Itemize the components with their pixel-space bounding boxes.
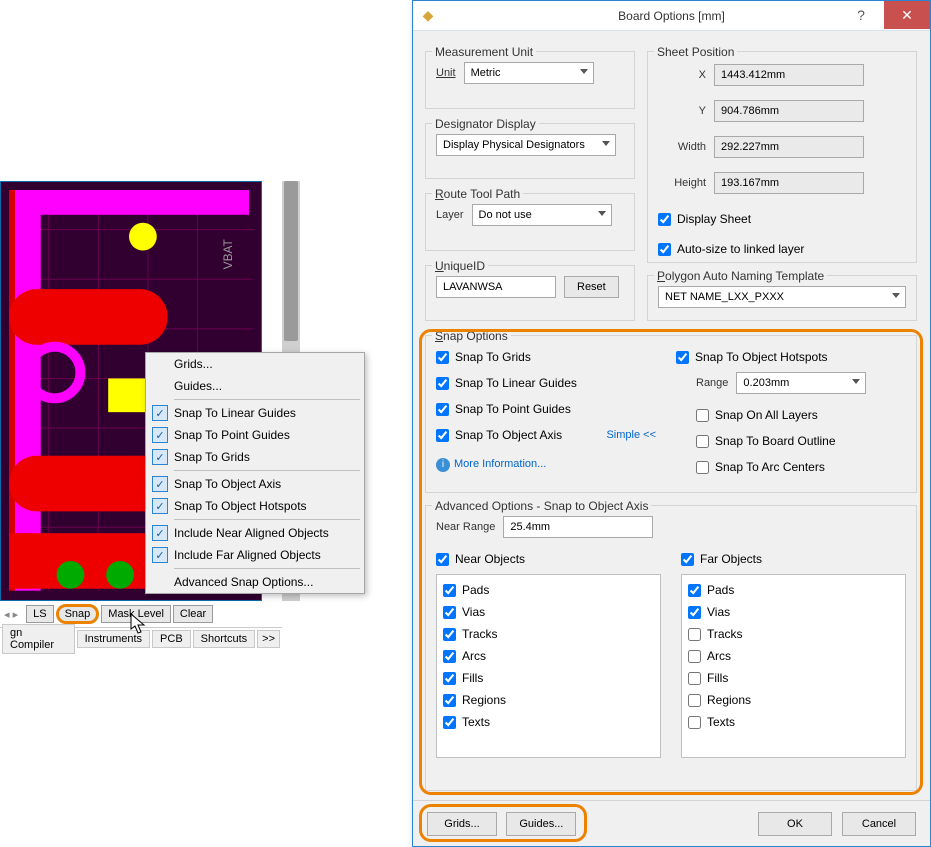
- snap-to-grids-check[interactable]: Snap To Grids: [436, 346, 656, 368]
- tab-clear[interactable]: Clear: [173, 605, 213, 623]
- snap-all-layers-check[interactable]: Snap On All Layers: [676, 404, 906, 426]
- sheet-width: [714, 136, 864, 158]
- autosize-check[interactable]: Auto-size to linked layer: [658, 238, 906, 260]
- snap-to-linear-check[interactable]: Snap To Linear Guides: [436, 372, 656, 394]
- layer-label: Layer: [436, 209, 464, 221]
- near-range-input[interactable]: [503, 516, 653, 538]
- near-objects-check[interactable]: Near Objects: [436, 548, 661, 570]
- group-measurement-unit: Measurement Unit Unit: [425, 51, 635, 109]
- list-item[interactable]: Tracks: [443, 623, 654, 645]
- menu-item[interactable]: ✓Snap To Grids: [146, 446, 364, 468]
- unit-label: Unit: [436, 67, 456, 79]
- titlebar[interactable]: ◆ Board Options [mm] ? ✕: [413, 1, 930, 31]
- list-item[interactable]: Fills: [688, 667, 899, 689]
- polygon-select[interactable]: [658, 286, 906, 308]
- list-item[interactable]: Pads: [443, 579, 654, 601]
- reset-button[interactable]: Reset: [564, 276, 619, 298]
- group-route-tool-path: Route Tool Path Layer: [425, 193, 635, 251]
- cursor-icon: [130, 613, 148, 635]
- foot-shortcuts[interactable]: Shortcuts: [193, 630, 255, 648]
- foot-more[interactable]: >>: [257, 630, 280, 648]
- menu-item[interactable]: Grids...: [146, 353, 364, 375]
- uniqueid-input[interactable]: [436, 276, 556, 298]
- foot-gn-compiler[interactable]: gn Compiler: [2, 624, 75, 654]
- range-select[interactable]: [736, 372, 866, 394]
- layer-select[interactable]: [472, 204, 612, 226]
- group-designator-display: Designator Display: [425, 123, 635, 179]
- list-item[interactable]: Tracks: [688, 623, 899, 645]
- near-objects-list[interactable]: PadsViasTracksArcsFillsRegionsTexts: [436, 574, 661, 758]
- group-snap-options: Snap Options Snap To Grids Snap To Linea…: [425, 335, 917, 493]
- far-objects-list[interactable]: PadsViasTracksArcsFillsRegionsTexts: [681, 574, 906, 758]
- list-item[interactable]: Arcs: [688, 645, 899, 667]
- menu-item[interactable]: ✓Snap To Linear Guides: [146, 402, 364, 424]
- svg-text:VBAT: VBAT: [221, 239, 235, 269]
- designator-select[interactable]: [436, 134, 616, 156]
- sheet-x: [714, 64, 864, 86]
- snap-arc-centers-check[interactable]: Snap To Arc Centers: [676, 456, 906, 478]
- group-sheet-position: Sheet Position X Y Width Height Display …: [647, 51, 917, 263]
- dialog-footer: Grids... Guides... OK Cancel: [413, 800, 930, 846]
- display-sheet-check[interactable]: Display Sheet: [658, 208, 906, 230]
- menu-item[interactable]: Advanced Snap Options...: [146, 571, 364, 593]
- list-item[interactable]: Arcs: [443, 645, 654, 667]
- menu-item[interactable]: ✓Snap To Object Axis: [146, 473, 364, 495]
- foot-pcb[interactable]: PCB: [152, 630, 191, 648]
- group-advanced-options: Advanced Options - Snap to Object Axis N…: [425, 505, 917, 791]
- close-button[interactable]: ✕: [884, 1, 930, 29]
- y-label: Y: [658, 105, 706, 117]
- unit-select[interactable]: [464, 62, 594, 84]
- snap-to-hotspots-check[interactable]: Snap To Object Hotspots: [676, 346, 906, 368]
- snap-to-axis-label: Snap To Object Axis: [455, 428, 562, 442]
- sheet-height: [714, 172, 864, 194]
- near-range-label: Near Range: [436, 521, 495, 533]
- ok-button[interactable]: OK: [758, 812, 832, 836]
- group-polygon-naming: Polygon Auto Naming Template: [647, 275, 917, 321]
- height-label: Height: [658, 177, 706, 189]
- list-item[interactable]: Fills: [443, 667, 654, 689]
- cancel-button[interactable]: Cancel: [842, 812, 916, 836]
- list-item[interactable]: Vias: [443, 601, 654, 623]
- list-item[interactable]: Regions: [443, 689, 654, 711]
- snap-board-outline-check[interactable]: Snap To Board Outline: [676, 430, 906, 452]
- group-uniqueid: UniqueID Reset: [425, 265, 635, 321]
- far-objects-check[interactable]: Far Objects: [681, 548, 906, 570]
- guides-button[interactable]: Guides...: [506, 812, 576, 836]
- menu-item[interactable]: Guides...: [146, 375, 364, 397]
- list-item[interactable]: Pads: [688, 579, 899, 601]
- width-label: Width: [658, 141, 706, 153]
- sheet-y: [714, 100, 864, 122]
- menu-item[interactable]: ✓Include Far Aligned Objects: [146, 544, 364, 566]
- snap-to-axis-check[interactable]: [436, 429, 449, 442]
- info-icon: i: [436, 458, 450, 472]
- list-item[interactable]: Texts: [443, 711, 654, 733]
- grids-button[interactable]: Grids...: [427, 812, 497, 836]
- menu-item[interactable]: ✓Include Near Aligned Objects: [146, 522, 364, 544]
- list-item[interactable]: Texts: [688, 711, 899, 733]
- x-label: X: [658, 69, 706, 81]
- simple-link[interactable]: Simple <<: [606, 429, 656, 441]
- tab-snap[interactable]: Snap: [56, 604, 100, 624]
- list-item[interactable]: Vias: [688, 601, 899, 623]
- range-label: Range: [696, 377, 728, 389]
- help-button[interactable]: ?: [838, 1, 884, 29]
- list-item[interactable]: Regions: [688, 689, 899, 711]
- board-options-dialog: ◆ Board Options [mm] ? ✕ Measurement Uni…: [412, 0, 931, 847]
- tab-ls[interactable]: LS: [26, 605, 53, 623]
- menu-item[interactable]: ✓Snap To Point Guides: [146, 424, 364, 446]
- menu-item[interactable]: ✓Snap To Object Hotspots: [146, 495, 364, 517]
- snap-to-point-check[interactable]: Snap To Point Guides: [436, 398, 656, 420]
- more-info-link[interactable]: More Information...: [454, 458, 546, 470]
- snap-popup-menu[interactable]: Grids...Guides...✓Snap To Linear Guides✓…: [145, 352, 365, 594]
